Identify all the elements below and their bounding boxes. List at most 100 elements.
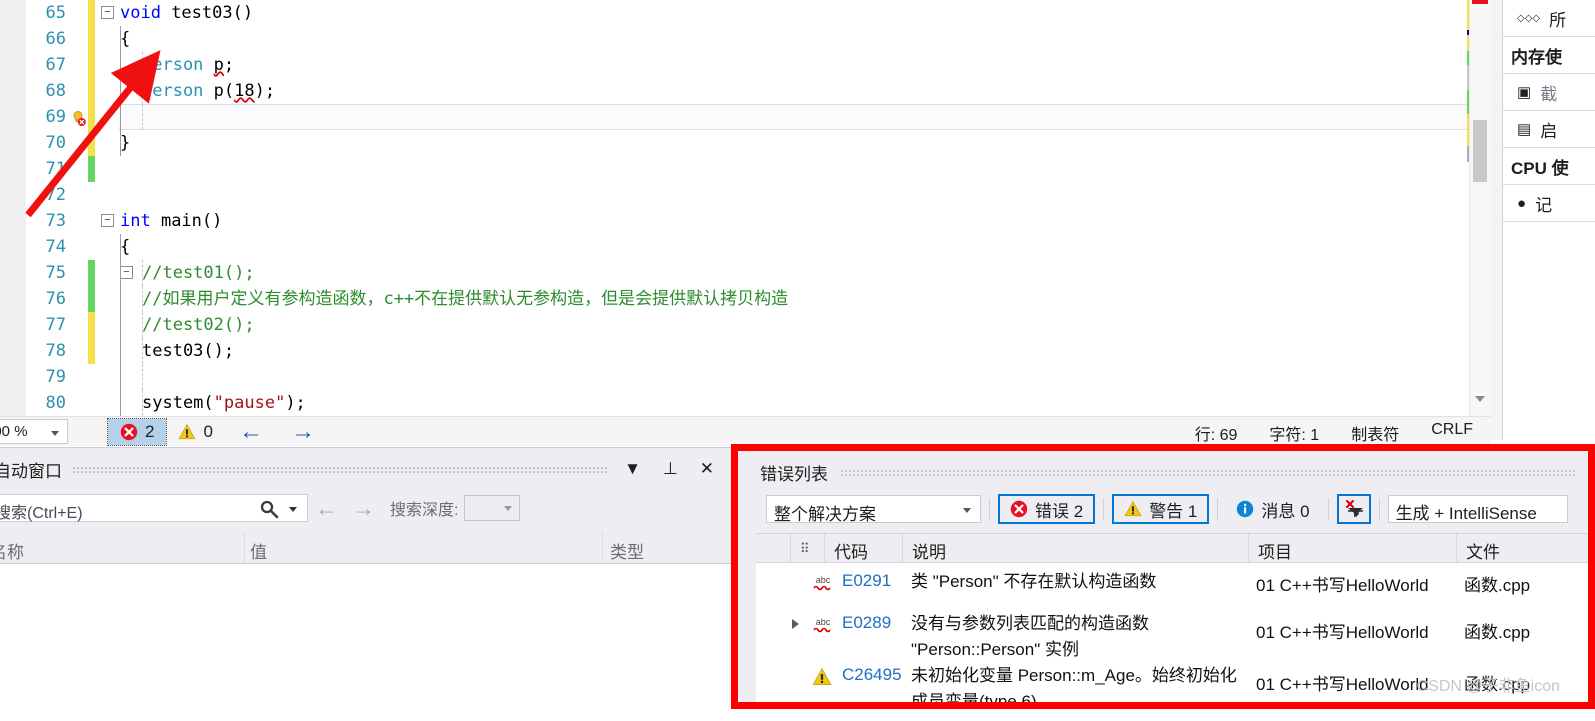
diagnostics-row[interactable]: ▤ 启 — [1503, 111, 1595, 148]
code-line[interactable]: 65 − void test03() — [0, 0, 1491, 26]
zoom-level-value: 100 % — [0, 423, 28, 440]
indent-guide — [142, 364, 143, 390]
title-grip[interactable] — [72, 466, 609, 475]
code-line[interactable]: 75 −//test01(); — [0, 260, 1491, 286]
search-icon[interactable] — [259, 499, 279, 519]
expand-row-icon[interactable] — [792, 619, 799, 629]
error-description: 没有与参数列表匹配的构造函数 "Person::Person" 实例 — [911, 614, 1149, 659]
error-icon — [120, 423, 138, 441]
line-number: 71 — [45, 159, 66, 179]
error-list-row[interactable]: abc E0289 没有与参数列表匹配的构造函数 "Person::Person" … — [756, 605, 1588, 659]
editor-vertical-scrollbar[interactable] — [1469, 0, 1491, 416]
warning-count-value: 0 — [203, 422, 213, 441]
eol-indicator[interactable]: CRLF — [1431, 421, 1473, 445]
pin-icon[interactable]: ⊥ — [657, 459, 684, 479]
scroll-down-arrow[interactable] — [1475, 396, 1485, 402]
code-line[interactable]: 78 test03(); — [0, 338, 1491, 364]
scope-filter-value: 整个解决方案 — [774, 505, 876, 524]
severity-column-icon[interactable]: ⠿ — [800, 538, 811, 560]
error-file: 函数.cpp — [1464, 576, 1531, 595]
search-forward-button[interactable]: → — [345, 495, 382, 522]
search-options-chevron-icon[interactable] — [289, 507, 297, 512]
code-line[interactable]: 74 { — [0, 234, 1491, 260]
code-text[interactable]: //test01(); — [142, 260, 255, 286]
error-count-cell[interactable]: 2 — [106, 418, 168, 446]
code-line[interactable]: 69 — [0, 104, 1491, 130]
errors-toggle-button[interactable]: 错误 2 — [998, 494, 1096, 524]
code-line[interactable]: 73 − int main() — [0, 208, 1491, 234]
clear-filter-button[interactable] — [1336, 494, 1371, 524]
code-line[interactable]: 76 //如果用户定义有参构造函数，c++不在提供默认无参构造，但是会提供默认拷贝… — [0, 286, 1491, 312]
change-indicator — [88, 338, 95, 364]
code-text[interactable]: { — [120, 234, 130, 260]
clear-filter-icon — [1345, 500, 1363, 518]
prev-error-button[interactable]: ← — [225, 418, 277, 446]
lightbulb-icon[interactable] — [70, 109, 87, 126]
error-nav-group[interactable]: 2 0 ← → — [106, 418, 329, 446]
messages-toggle-button[interactable]: 消息 0 — [1226, 494, 1319, 524]
diagnostics-row[interactable]: ◇◇◇ 所 — [1503, 0, 1595, 37]
code-line[interactable]: 79 — [0, 364, 1491, 390]
code-line[interactable]: 80 system("pause"); — [0, 390, 1491, 416]
code-text[interactable]: test03(); — [142, 338, 234, 364]
code-text[interactable]: //test02(); — [142, 312, 255, 338]
code-text[interactable]: Person p; — [142, 52, 234, 78]
code-line[interactable]: 67 Person p; — [0, 52, 1491, 78]
code-line[interactable]: 68 Person p(18); — [0, 78, 1491, 104]
code-line[interactable]: 71 — [0, 156, 1491, 182]
search-back-button[interactable]: ← — [308, 495, 345, 522]
code-editor[interactable]: 65− void test03() 66{67 Person p; 68 Person p… — [0, 0, 1491, 416]
autos-column-value[interactable]: 值 — [250, 538, 267, 563]
structure-guide — [120, 338, 121, 364]
warnings-toggle-button[interactable]: 警告 1 — [1112, 494, 1210, 524]
error-code-link[interactable]: E0291 — [842, 571, 891, 591]
diagnostics-splitter[interactable] — [1491, 0, 1502, 440]
autos-column-name[interactable]: 名称 — [0, 538, 24, 563]
scope-filter-combo[interactable]: 整个解决方案 — [766, 495, 981, 524]
code-lines[interactable]: 65− void test03() 66{67 Person p; 68 Person p… — [0, 0, 1491, 416]
code-line[interactable]: 77 //test02(); — [0, 312, 1491, 338]
code-text[interactable]: void test03() — [120, 0, 253, 26]
code-line[interactable]: 66 { — [0, 26, 1491, 52]
autos-column-type[interactable]: 类型 — [610, 538, 644, 563]
error-code-link[interactable]: E0289 — [842, 613, 891, 633]
search-depth-combo[interactable] — [464, 495, 521, 521]
autos-rows[interactable] — [0, 564, 740, 721]
collapse-toggle-icon[interactable]: − — [120, 266, 133, 279]
column-description[interactable]: 说明 — [912, 538, 946, 563]
title-grip[interactable] — [840, 469, 1575, 478]
window-dropdown-icon[interactable]: ▼ — [618, 459, 647, 479]
code-text[interactable]: system("pause"); — [142, 390, 306, 416]
scrollbar-thumb[interactable] — [1473, 120, 1487, 182]
diagnostics-row[interactable]: 内存使 — [1503, 37, 1595, 74]
collapse-toggle-icon[interactable]: − — [101, 6, 114, 19]
diagnostics-row[interactable]: ▣ 截 — [1503, 74, 1595, 111]
code-line[interactable]: 72 — [0, 182, 1491, 208]
warning-count-cell[interactable]: 0 — [166, 419, 224, 445]
structure-guide — [120, 312, 121, 338]
error-code-link[interactable]: C26495 — [842, 665, 902, 685]
column-code[interactable]: 代码 — [834, 538, 868, 563]
diagnostics-row[interactable]: ● 记 — [1503, 185, 1595, 222]
code-text[interactable]: { — [120, 26, 130, 52]
code-text[interactable]: int main() — [120, 208, 222, 234]
code-text[interactable]: } — [120, 130, 130, 156]
column-file[interactable]: 文件 — [1466, 538, 1500, 563]
search-input[interactable]: 搜索(Ctrl+E) — [0, 494, 308, 522]
structure-guide — [120, 286, 121, 312]
column-project[interactable]: 项目 — [1258, 538, 1292, 563]
error-list-row[interactable]: abc E0291 类 "Person" 不存在默认构造函数 01 C++书写Hell… — [756, 563, 1588, 605]
diagnostics-row[interactable]: CPU 使 — [1503, 148, 1595, 185]
collapse-toggle-icon[interactable]: − — [101, 214, 114, 227]
line-number: 69 — [45, 107, 66, 127]
build-filter-combo[interactable]: 生成 + IntelliSense — [1387, 495, 1568, 523]
tabs-indicator[interactable]: 制表符 — [1351, 421, 1399, 445]
close-icon[interactable]: ✕ — [694, 459, 720, 479]
code-line[interactable]: 70} — [0, 130, 1491, 156]
code-text[interactable]: Person p(18); — [142, 78, 275, 104]
code-text[interactable]: //如果用户定义有参构造函数，c++不在提供默认无参构造，但是会提供默认拷贝构造 — [142, 286, 788, 312]
errors-toggle-label: 错误 2 — [1035, 501, 1084, 521]
zoom-level-combo[interactable]: 100 % — [0, 419, 68, 444]
diagnostics-row-label: 记 — [1535, 195, 1553, 215]
next-error-button[interactable]: → — [277, 418, 329, 446]
